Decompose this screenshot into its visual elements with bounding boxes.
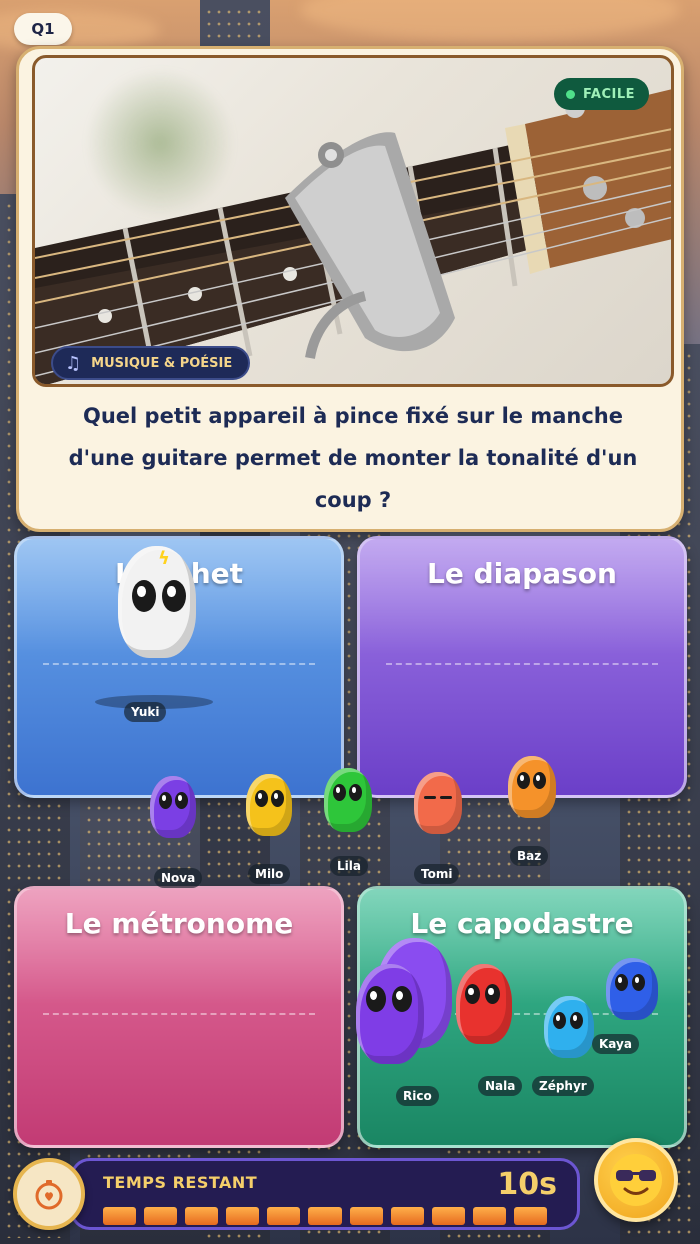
timer-segment [431,1207,465,1225]
player-lila: Lila [318,764,388,884]
answer-label: Le métronome [64,907,294,940]
player-avatar [356,964,424,1064]
player-name: Rico [396,1086,439,1106]
player-milo: Milo [238,768,308,888]
question-image: FACILE ♫ MUSIQUE & POÉSIE [32,55,674,387]
player-name: Nala [478,1076,523,1096]
player-tomi: Tomi [406,768,476,888]
bolt-icon: ϟ [158,548,170,569]
player-baz: Baz [502,752,572,872]
player-avatar [508,756,556,818]
player-nova: Nova [140,770,210,890]
timer-progress [103,1207,548,1225]
timer-segment [226,1207,260,1225]
timer-segment [308,1207,342,1225]
player-kaya: Kaya [592,954,670,1064]
player-name: Milo [248,864,291,884]
round-badge: Q1 [14,13,72,45]
timer-panel: TEMPS RESTANT 10s [70,1158,580,1230]
player-name: Zéphyr [532,1076,594,1096]
category-badge: ♫ MUSIQUE & POÉSIE [51,346,251,380]
player-yuki: ϟ Yuki [95,540,220,730]
timer-segment [267,1207,301,1225]
timer-value: 10s [497,1167,557,1202]
difficulty-label: FACILE [583,86,635,102]
player-avatar [544,996,594,1058]
timer-segment [349,1207,383,1225]
player-avatar [246,774,292,836]
timer-segment [185,1207,219,1225]
stopwatch-icon [13,1158,85,1230]
timer-segment [144,1207,178,1225]
question-text: Quel petit appareil à pince fixé sur le … [68,404,638,512]
player-name: Lila [330,856,368,876]
player-avatar [324,768,372,832]
category-label: MUSIQUE & POÉSIE [91,355,233,371]
sunglasses-emoji-icon[interactable] [594,1138,678,1222]
player-name: Nova [154,868,203,888]
timer-label: TEMPS RESTANT [103,1173,258,1192]
player-avatar [606,958,658,1020]
player-nala: Nala [450,960,530,1100]
timer-segment [103,1207,137,1225]
timer-segment [390,1207,424,1225]
player-avatar [414,772,462,834]
player-name: Yuki [124,702,167,722]
player-rico: Rico [354,934,464,1114]
status-dot-icon [566,89,575,99]
answer-label: Le diapason [427,557,617,590]
player-name: Baz [510,846,549,866]
question-card: FACILE ♫ MUSIQUE & POÉSIE Quel petit app… [16,46,684,532]
timer-segment [513,1207,548,1225]
timer-segment [472,1207,506,1225]
answer-divider [386,663,658,665]
answer-option-3[interactable]: Le métronome [14,886,344,1148]
music-note-icon: ♫ [65,352,82,374]
player-name: Kaya [592,1034,639,1054]
difficulty-badge: FACILE [554,78,649,110]
answer-divider [43,1013,315,1015]
player-name: Tomi [414,864,460,884]
player-avatar [456,964,512,1044]
player-avatar [150,776,196,838]
